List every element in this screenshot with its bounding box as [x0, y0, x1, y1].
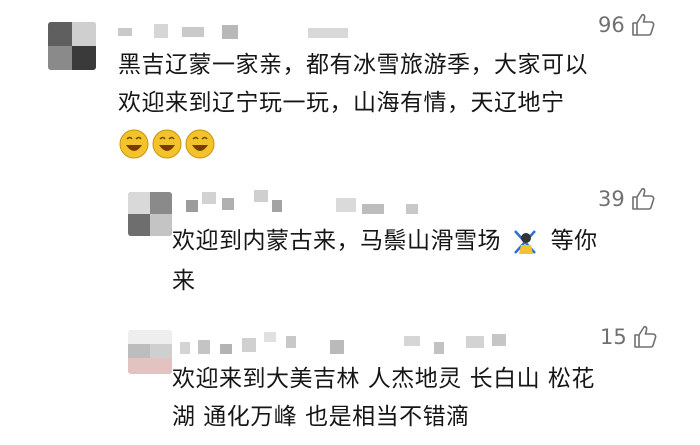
reply-item: 15 欢迎来到大美吉林 人杰地灵 长白山 松花 湖 通化万峰 也是相当不错滴 [0, 310, 700, 445]
comment-text-line: 欢迎来到大美吉林 人杰地灵 长白山 松花 [172, 366, 595, 392]
like-button[interactable]: 96 [598, 12, 656, 38]
comment-text-line: 黑吉辽蒙一家亲，都有冰雪旅游季，大家可以 [118, 52, 588, 78]
username[interactable] [186, 190, 436, 214]
username[interactable] [118, 22, 358, 42]
thumbs-up-icon [631, 13, 655, 36]
like-count: 15 [600, 325, 627, 349]
avatar[interactable] [128, 192, 172, 236]
comment-text: 欢迎到内蒙古来，马鬃山滑雪场 [172, 228, 501, 254]
like-button[interactable]: 15 [600, 324, 658, 350]
comment-text-line: 欢迎来到辽宁玩一玩，山海有情，天辽地宁 [118, 90, 565, 116]
username[interactable] [180, 332, 510, 356]
like-count: 96 [598, 13, 625, 37]
like-count: 39 [598, 187, 625, 211]
skiing-emoji [511, 227, 541, 257]
comment-text-line: 欢迎到内蒙古来，马鬃山滑雪场 等你 [172, 224, 598, 259]
comment-text: 等你 [550, 228, 598, 254]
comment-text-line: 来 [172, 268, 196, 294]
like-button[interactable]: 39 [598, 186, 656, 212]
thumbs-up-icon [633, 325, 657, 348]
laughing-face-emoji [118, 124, 218, 164]
reply-item: 39 欢迎到内蒙古来，马鬃山滑雪场 等你 来 [0, 178, 700, 308]
avatar[interactable] [128, 330, 172, 374]
comment-text-line: 湖 通化万峰 也是相当不错滴 [172, 404, 470, 430]
comment-item: 96 黑吉辽蒙一家亲，都有冰雪旅游季，大家可以 欢迎来到辽宁玩一玩，山海有情，天… [0, 0, 700, 185]
avatar[interactable] [48, 22, 96, 70]
thumbs-up-icon [631, 187, 655, 210]
